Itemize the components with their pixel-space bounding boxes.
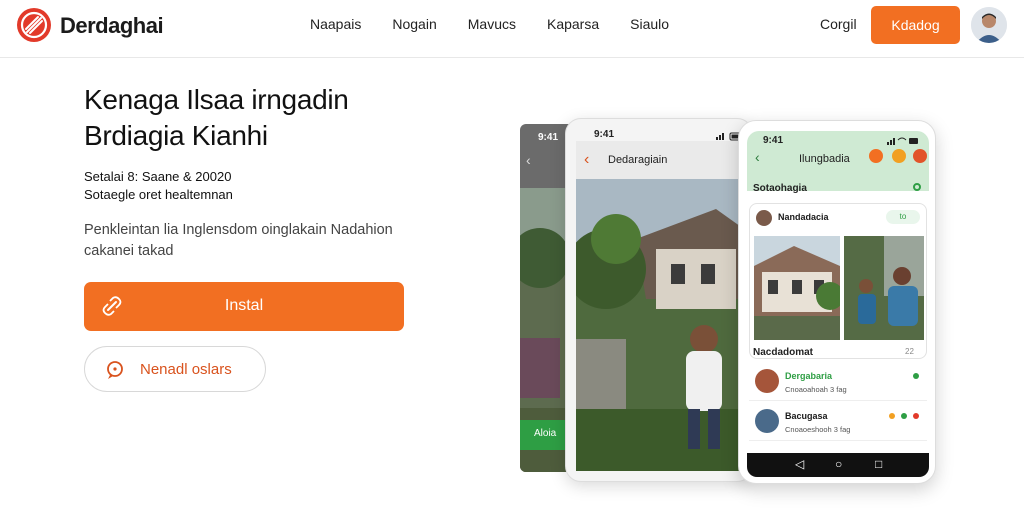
list-item-sub: Cnoaoahoah 3 fag [785, 385, 847, 394]
secondary-button[interactable]: Nenadl oslars [84, 346, 266, 392]
nav-item-1[interactable]: Naapais [310, 16, 361, 32]
front-phone-time: 9:41 [763, 135, 784, 146]
reaction-dot-icon [913, 413, 919, 419]
hero-desc-line-1: Penkleintan lia Inglensdom oinglakain Na… [84, 222, 393, 238]
action-icon-3[interactable] [913, 149, 927, 163]
action-icon-2[interactable] [892, 149, 906, 163]
reaction-dot-icon [889, 413, 895, 419]
front-app-header: 9:41 ‹ Ilungbadia [747, 131, 929, 191]
action-icon-1[interactable] [869, 149, 883, 163]
hero-meta: Setalai 8: Saane & 20020 Sotaegle oret h… [84, 168, 233, 204]
install-button[interactable]: Instal [84, 282, 404, 331]
status-icons [887, 137, 918, 145]
signin-link[interactable]: Corgil [820, 16, 857, 32]
back-chevron-icon[interactable]: ‹ [584, 151, 589, 169]
nav-item-2[interactable]: Nogain [392, 16, 436, 32]
front-header-title: Ilungbadia [799, 153, 850, 165]
back-green-label: Aloia [534, 428, 557, 439]
list-item-avatar [755, 369, 779, 393]
list-item-sub: Cnoaoeshooh 3 fag [785, 425, 851, 434]
post-author-avatar [756, 210, 772, 226]
hero-description: Penkleintan lia Inglensdom oinglakain Na… [84, 220, 424, 262]
mid-app-bar: ‹ Dedaragiain [576, 141, 744, 179]
top-header: Derdaghai Naapais Nogain Mavucs Kaparsa … [0, 0, 1024, 58]
hero-meta-line-2: Sotaegle oret healtemnan [84, 187, 233, 202]
landing-page: Derdaghai Naapais Nogain Mavucs Kaparsa … [0, 0, 1024, 512]
post-photo-house [754, 236, 840, 340]
phone-mid: 9:41 ‹ Dedaragiain [565, 118, 753, 482]
back-phone-time: 9:41 [538, 132, 559, 143]
post-badge: to [886, 210, 920, 224]
nav-item-3[interactable]: Mavucs [468, 16, 516, 32]
nav-back-icon[interactable]: ◁ [795, 457, 804, 471]
post-card[interactable]: Nandadacia to [749, 203, 927, 359]
mid-phone-time: 9:41 [594, 129, 615, 140]
android-nav-bar: ◁ ○ □ [747, 453, 929, 477]
status-ring-icon [913, 183, 921, 191]
list-item-name: Bacugasa [785, 411, 828, 421]
nav-home-icon[interactable]: ○ [835, 457, 842, 471]
brand-name[interactable]: Derdaghai [60, 13, 164, 39]
user-avatar[interactable] [971, 7, 1007, 43]
install-button-label: Instal [224, 297, 264, 314]
family-photo [576, 179, 744, 471]
secondary-button-label: Nenadl oslars [140, 361, 232, 378]
list-item[interactable]: Dergabaria Cnoaoahoah 3 fag [749, 365, 927, 401]
post-author-name: Nandadacia [778, 212, 829, 222]
nav-item-4[interactable]: Kaparsa [547, 16, 599, 32]
hero-title: Kenaga Ilsaa irngadin Brdiagia Kianhi [84, 82, 444, 154]
section-title-1: Sotaohagia [753, 183, 807, 194]
brand-logo-icon[interactable] [16, 7, 52, 43]
online-dot-icon [913, 373, 919, 379]
main-nav: Naapais Nogain Mavucs Kaparsa Siaulo [310, 16, 700, 32]
hero-title-line-2: Brdiagia Kianhi [84, 120, 268, 151]
hero-title-line-1: Kenaga Ilsaa irngadin [84, 84, 349, 115]
mid-bar-title: Dedaragiain [608, 154, 668, 166]
section-2-badge: 22 [905, 347, 914, 356]
list-item-avatar [755, 409, 779, 433]
section-title-2: Nacdadomat [753, 347, 814, 358]
hero-meta-line-1: Setalai 8: Saane & 20020 [84, 169, 232, 184]
avatar-person-icon [971, 7, 1007, 43]
back-arrow-icon: ‹ [526, 152, 531, 168]
list-item[interactable]: Bacugasa Cnoaoeshooh 3 fag [749, 405, 927, 441]
post-photo-people [844, 236, 924, 340]
hero-desc-line-2: cakanei takad [84, 243, 174, 259]
reaction-dot-icon [901, 413, 907, 419]
phone-front: 9:41 ‹ Ilungbadia Sotaohagia Nandadacia … [738, 120, 936, 484]
header-cta-button[interactable]: Kdadog [871, 6, 960, 44]
front-back-icon[interactable]: ‹ [755, 149, 760, 165]
nav-item-5[interactable]: Siaulo [630, 16, 669, 32]
list-item-name: Dergabaria [785, 371, 833, 381]
nav-recents-icon[interactable]: □ [875, 457, 882, 471]
chat-bubble-icon [107, 361, 123, 379]
